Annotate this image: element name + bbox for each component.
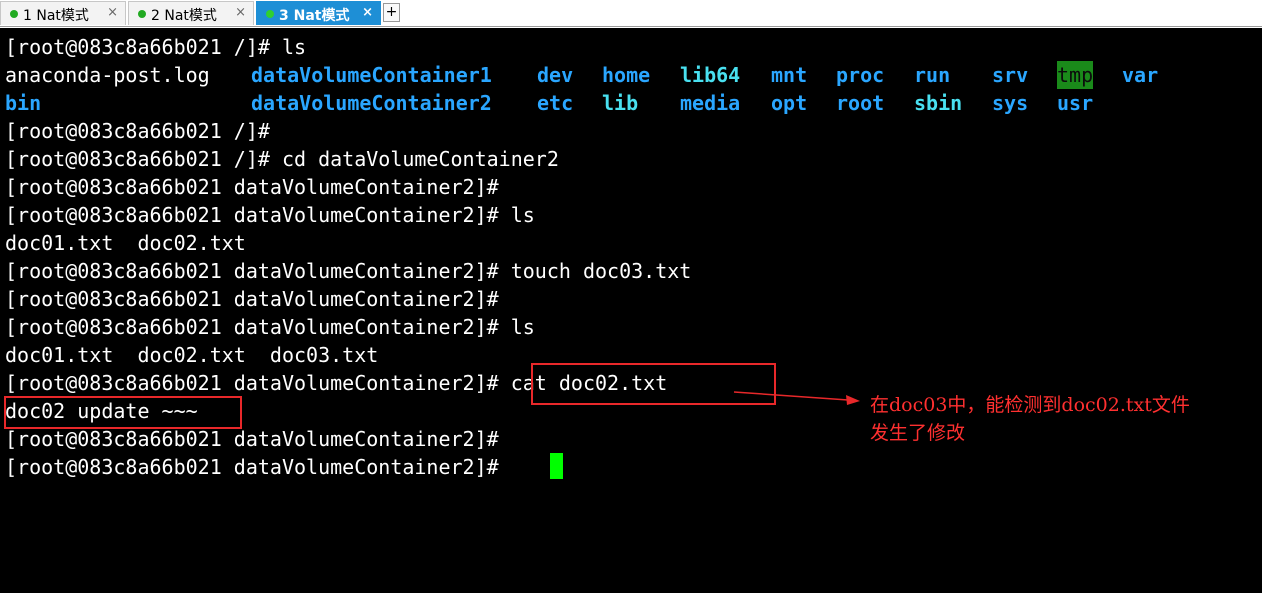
annotation-arrow (733, 391, 860, 405)
annotation-note: 在doc03中，能检测到doc02.txt文件 发生了修改 (870, 391, 1255, 447)
annotation-line: 在doc03中，能检测到doc02.txt文件 (870, 394, 1190, 416)
annotation-line: 发生了修改 (870, 422, 966, 444)
